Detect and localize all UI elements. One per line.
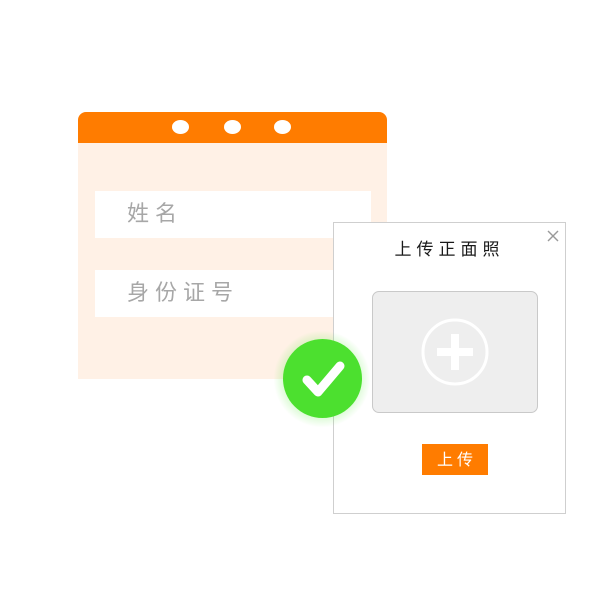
id-number-field[interactable]: 身份证号 bbox=[95, 270, 371, 317]
success-badge bbox=[283, 339, 362, 418]
photo-dropzone[interactable] bbox=[372, 291, 538, 413]
titlebar-dot-icon bbox=[172, 120, 189, 134]
upload-button[interactable]: 上传 bbox=[422, 444, 488, 475]
name-field-placeholder: 姓名 bbox=[127, 202, 184, 227]
titlebar-dot-icon bbox=[274, 120, 291, 134]
titlebar-dot-icon bbox=[224, 120, 241, 134]
close-icon[interactable] bbox=[546, 228, 560, 242]
id-number-field-placeholder: 身份证号 bbox=[127, 281, 240, 306]
window-titlebar bbox=[78, 112, 387, 143]
dialog-title: 上传正面照 bbox=[394, 240, 505, 260]
plus-circle-icon bbox=[421, 318, 489, 386]
name-field[interactable]: 姓名 bbox=[95, 191, 371, 238]
